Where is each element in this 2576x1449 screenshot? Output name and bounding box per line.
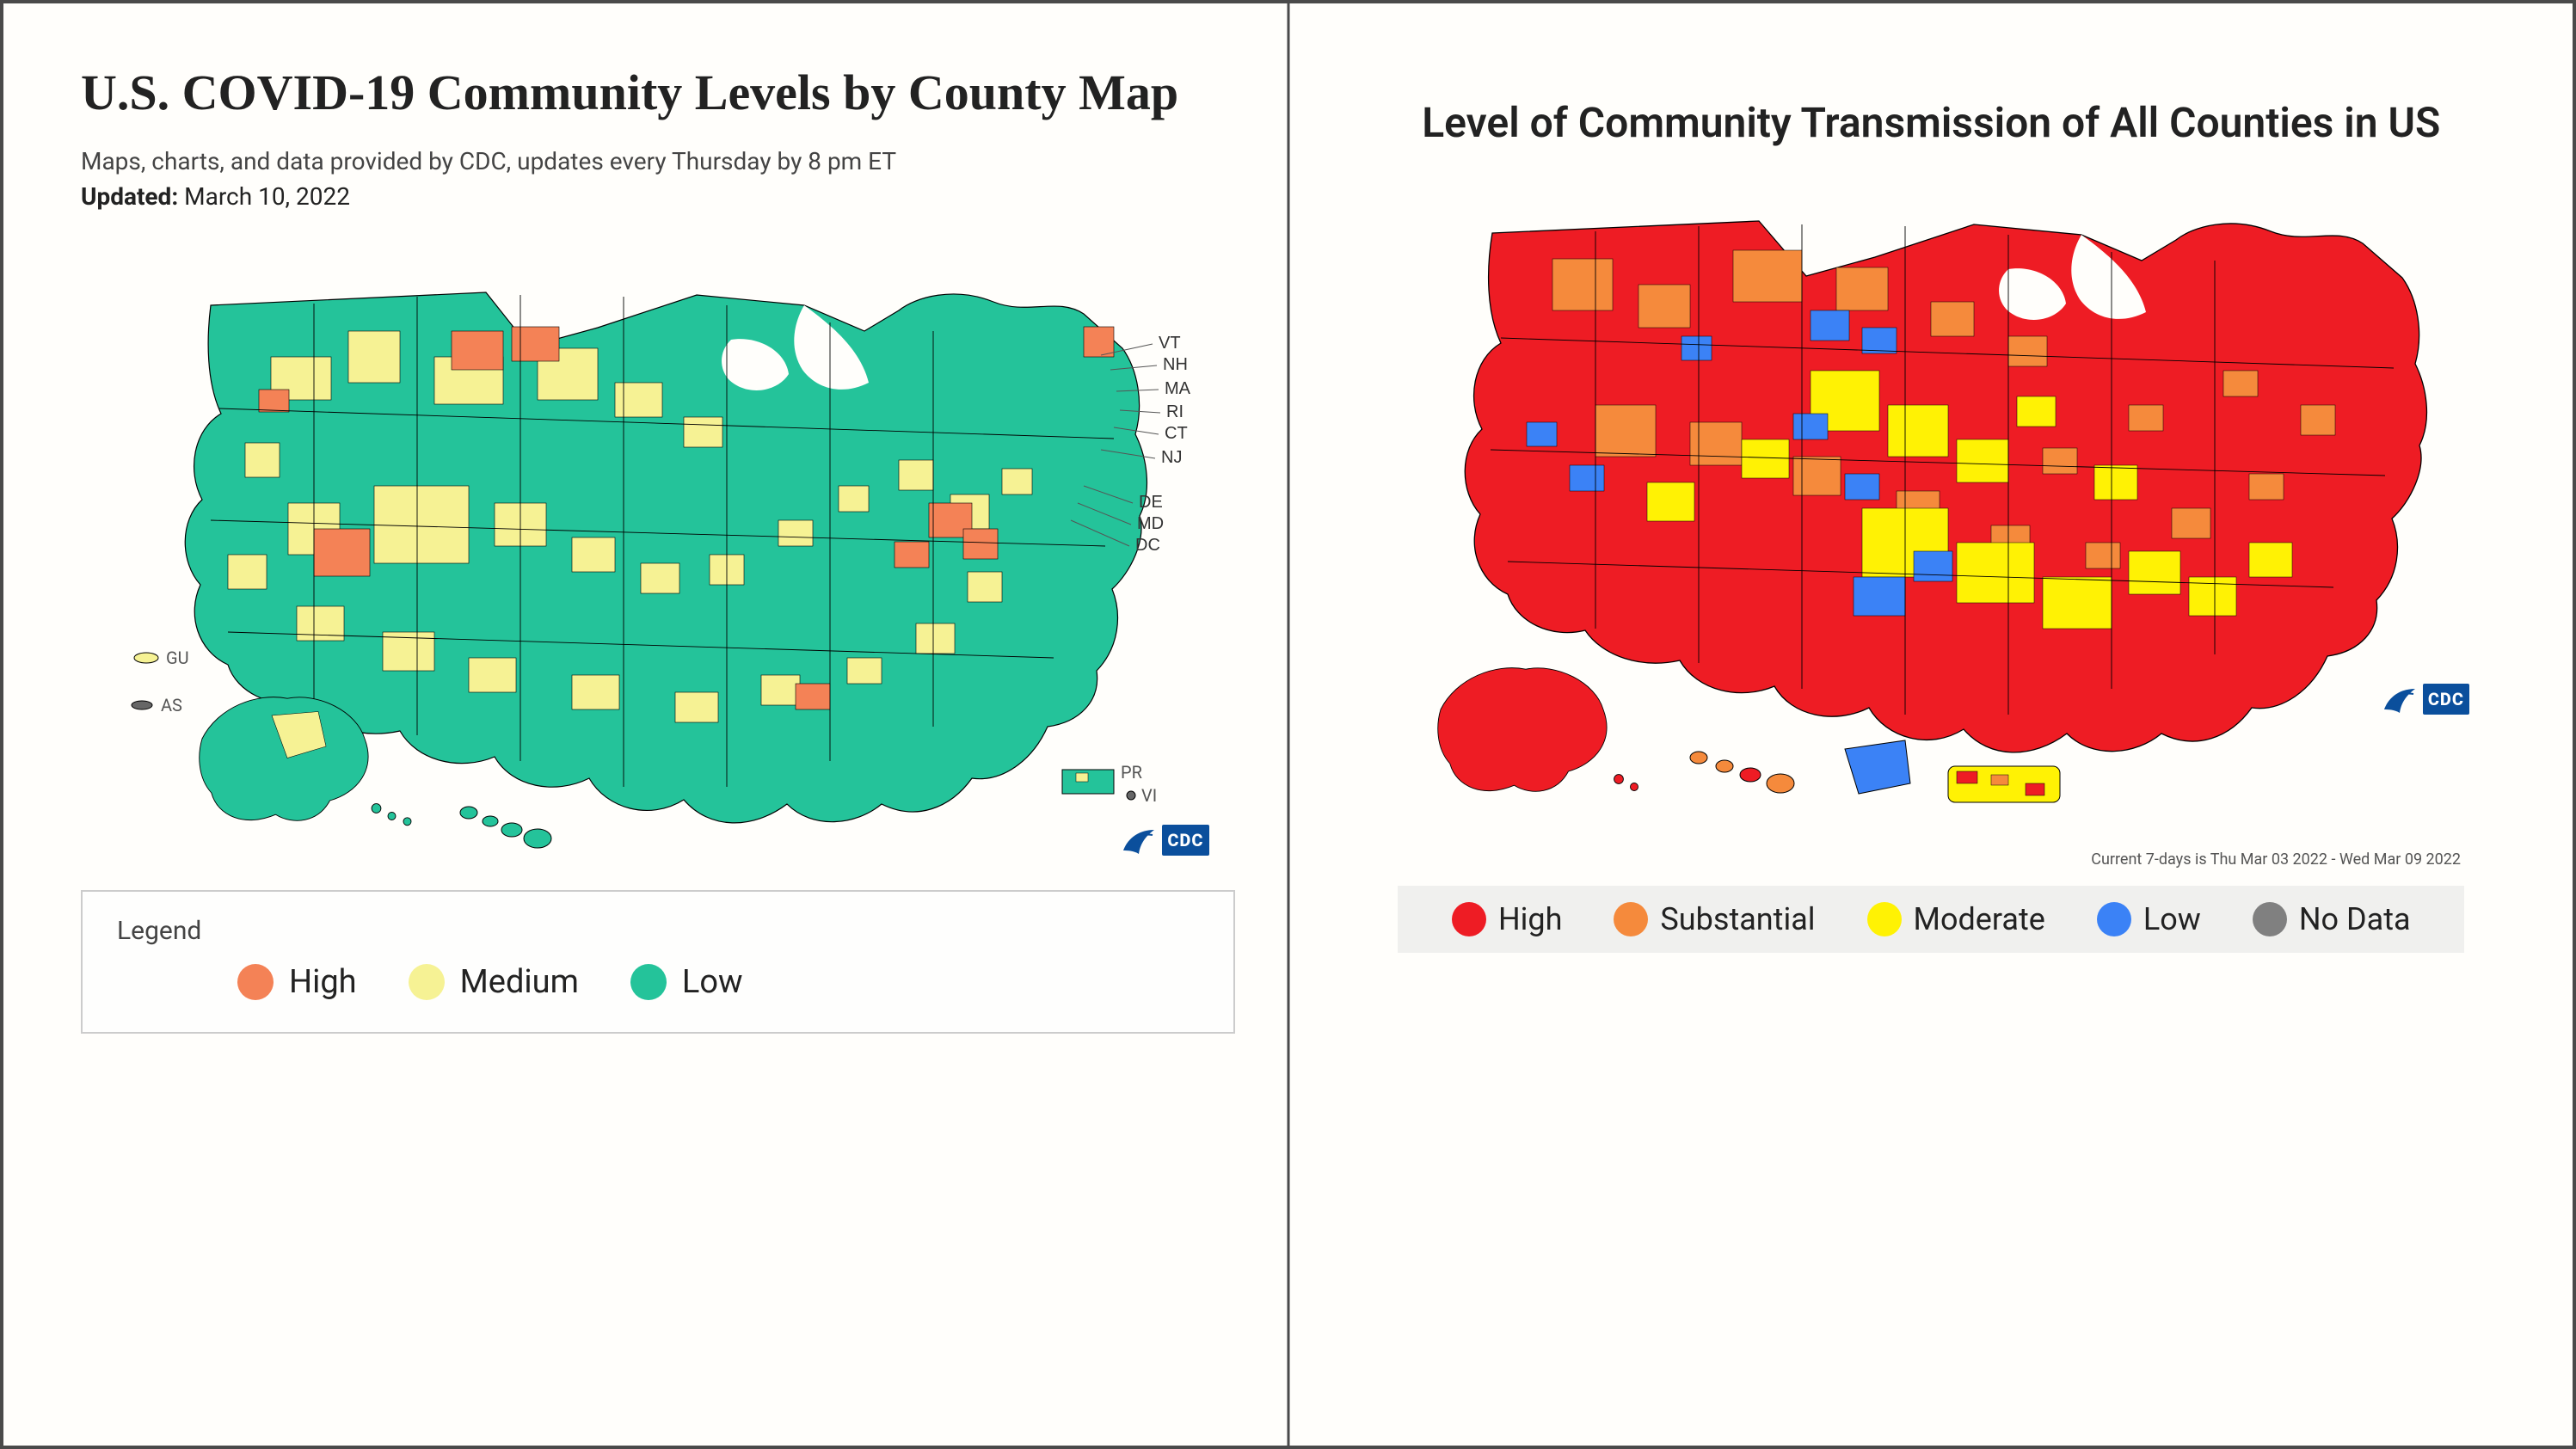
right-hawaii [1690,752,1794,793]
right-alaska [1438,668,1638,792]
left-cdc-badge: CDC [1121,825,1208,856]
left-legend: Legend High Medium Low [81,890,1235,1034]
svg-text:NJ: NJ [1161,448,1182,467]
right-us-map [1380,181,2481,835]
left-pr-vi: PR VI [1062,762,1157,806]
legend-item-low: Low [630,963,743,1001]
left-map-container: GU AS PR VI VT NH MA RI CT NJ DE M [81,245,1235,864]
svg-text:MD: MD [1137,514,1164,533]
legend-swatch [237,964,274,1000]
legend-item-nodata: No Data [2253,901,2411,937]
left-panel: U.S. COVID-19 Community Levels by County… [3,3,1287,1446]
cdc-logo-text: CDC [2423,684,2469,715]
right-cdc-badge: CDC [2382,684,2469,715]
legend-item-substantial: Substantial [1614,901,1815,937]
svg-text:DE: DE [1139,493,1163,512]
left-updated: Updated: March 10, 2022 [81,182,1235,211]
updated-label: Updated: [81,182,178,211]
legend-label: Low [2143,901,2201,937]
legend-label: No Data [2299,901,2411,937]
right-caption: Current 7-days is Thu Mar 03 2022 - Wed … [1350,850,2513,869]
svg-text:GU: GU [166,648,189,668]
legend-swatch [1614,902,1648,936]
right-title: Level of Community Transmission of All C… [1350,98,2513,147]
svg-text:NH: NH [1163,355,1188,374]
svg-text:VT: VT [1159,334,1181,353]
cdc-logo-text: CDC [1162,825,1208,856]
right-legend: High Substantial Moderate Low No Data [1398,886,2464,953]
legend-item-medium: Medium [409,963,579,1001]
legend-label: High [1498,901,1562,937]
legend-label: Medium [460,963,579,1001]
svg-text:DC: DC [1135,536,1160,555]
legend-label: Low [682,963,743,1001]
legend-item-low: Low [2097,901,2201,937]
legend-label: High [289,963,357,1001]
svg-text:MA: MA [1165,379,1191,398]
svg-text:CT: CT [1165,424,1188,443]
left-hawaii [460,807,551,848]
legend-item-moderate: Moderate [1867,901,2045,937]
legend-swatch [1867,902,1902,936]
svg-text:VI: VI [1141,785,1157,806]
legend-item-high: High [1452,901,1562,937]
left-title: U.S. COVID-19 Community Levels by County… [81,64,1235,121]
svg-text:PR: PR [1121,762,1142,783]
updated-value: March 10, 2022 [184,182,350,211]
left-us-map: GU AS PR VI VT NH MA RI CT NJ DE M [90,245,1226,864]
right-panel: Level of Community Transmission of All C… [1290,3,2573,1446]
hhs-logo-icon [1121,825,1157,856]
svg-text:RI: RI [1166,402,1183,421]
left-territories: GU AS [132,648,189,715]
legend-swatch [630,964,667,1000]
legend-item-high: High [237,963,357,1001]
svg-text:AS: AS [161,695,182,715]
hhs-logo-icon [2382,684,2418,715]
legend-swatch [2097,902,2131,936]
right-blue-inset [1845,740,1910,794]
right-map-container: CDC [1350,181,2513,835]
legend-title: Legend [117,916,1199,946]
legend-swatch [1452,902,1486,936]
left-subtitle: Maps, charts, and data provided by CDC, … [81,147,1235,175]
legend-label: Substantial [1660,901,1815,937]
right-pr [1948,766,2060,802]
legend-label: Moderate [1914,901,2045,937]
legend-swatch [2253,902,2287,936]
legend-swatch [409,964,445,1000]
